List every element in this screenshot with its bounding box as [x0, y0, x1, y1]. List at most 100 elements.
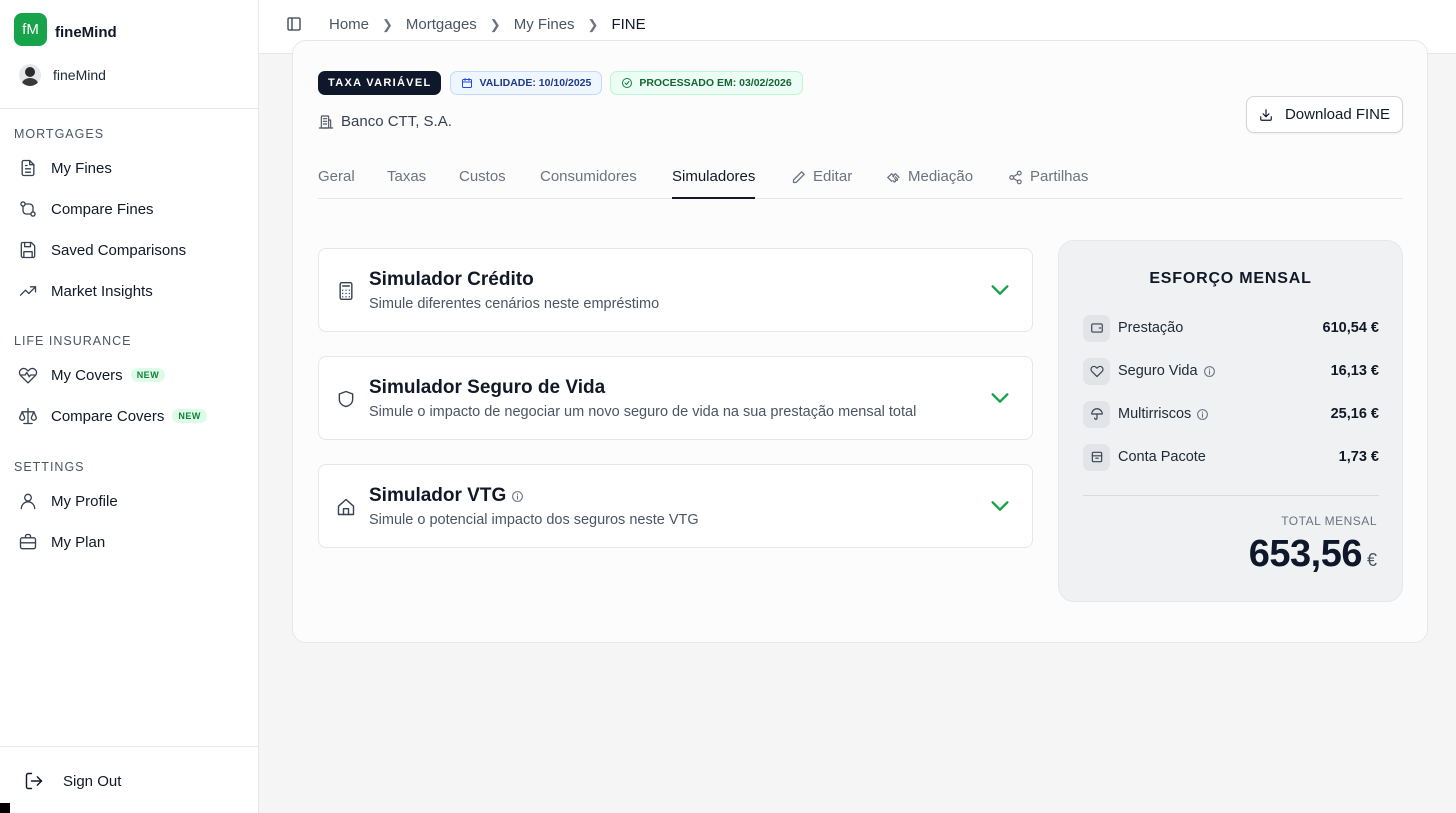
breadcrumb-current: FINE: [611, 16, 646, 33]
check-circle-icon: [622, 78, 633, 88]
info-icon[interactable]: [1196, 408, 1209, 421]
user-row[interactable]: fineMind: [19, 64, 106, 86]
window-corner: [0, 803, 10, 813]
tab-label: Geral: [318, 168, 355, 185]
breadcrumb-my-fines[interactable]: My Fines: [514, 16, 575, 33]
tab-label: Partilhas: [1030, 168, 1089, 185]
user-icon: [20, 493, 36, 510]
tab-taxas[interactable]: Taxas: [387, 166, 426, 199]
section-title-life-insurance: LIFE INSURANCE: [14, 334, 132, 348]
effort-value: 16,13 €: [1330, 363, 1379, 379]
logout-icon: [25, 772, 43, 790]
chevron-down-icon[interactable]: [989, 497, 1011, 515]
monthly-effort-panel: ESFORÇO MENSAL Prestação 610,54 € Seguro…: [1058, 240, 1403, 602]
breadcrumb-mortgages[interactable]: Mortgages: [406, 16, 477, 33]
section-title-mortgages: MORTGAGES: [14, 127, 105, 141]
wallet-icon: [1083, 314, 1110, 342]
simulator-title: Simulador Crédito: [369, 269, 534, 291]
sidebar-item-label: Saved Comparisons: [51, 241, 187, 259]
tab-label: Custos: [459, 168, 506, 185]
effort-label-text: Prestação: [1118, 320, 1184, 336]
chevron-down-icon[interactable]: [989, 281, 1011, 299]
calendar-icon: [462, 78, 473, 88]
tab-mediacao[interactable]: Mediação: [886, 166, 973, 199]
processed-text: PROCESSADO EM: 03/02/2026: [639, 77, 792, 89]
simulator-desc: Simule o impacto de negociar um novo seg…: [369, 404, 917, 420]
effort-value: 610,54 €: [1322, 320, 1379, 336]
tab-custos[interactable]: Custos: [459, 166, 506, 199]
panel-divider: [1083, 495, 1379, 496]
effort-row-conta-pacote: Conta Pacote 1,73 €: [1083, 443, 1379, 471]
sidebar-item-my-covers[interactable]: My Covers NEW: [18, 363, 166, 387]
tabs: Geral Taxas Custos Consumidores Simulado…: [318, 166, 1403, 199]
save-icon: [20, 241, 36, 259]
info-icon[interactable]: [511, 490, 524, 503]
rate-type-badge: TAXA VARIÁVEL: [318, 71, 442, 95]
sidebar-item-label: My Plan: [51, 533, 106, 551]
sidebar-item-label: My Profile: [51, 492, 118, 510]
simulator-title: Simulador Seguro de Vida: [369, 377, 605, 399]
sidebar-item-my-fines[interactable]: My Fines: [18, 156, 112, 180]
simulator-seguro-vida[interactable]: Simulador Seguro de Vida Simule o impact…: [318, 356, 1033, 440]
user-name: fineMind: [53, 67, 106, 83]
tab-label: Editar: [813, 168, 853, 185]
new-badge: NEW: [130, 368, 166, 382]
sidebar-divider: [0, 108, 258, 109]
chevron-right-icon: ❯: [489, 16, 501, 32]
tab-geral[interactable]: Geral: [318, 166, 355, 199]
chevron-right-icon: ❯: [382, 16, 393, 32]
sidebar-item-my-profile[interactable]: My Profile: [18, 489, 118, 513]
simulator-desc: Simule diferentes cenários neste emprést…: [369, 296, 660, 312]
simulator-title-text: Simulador Crédito: [369, 269, 534, 290]
tab-partilhas[interactable]: Partilhas: [1008, 166, 1088, 199]
total-value: 653,56 €: [1249, 533, 1377, 576]
sidebar-item-saved-comparisons[interactable]: Saved Comparisons: [18, 238, 186, 262]
sidebar-item-label: Compare Covers: [51, 407, 165, 425]
brand-name: fineMind: [55, 24, 117, 41]
handshake-icon: [887, 173, 900, 183]
sidebar-item-market-insights[interactable]: Market Insights: [18, 279, 153, 303]
tab-editar[interactable]: Editar: [791, 166, 852, 199]
status-badges: TAXA VARIÁVEL VALIDADE: 10/10/2025 PROCE…: [318, 71, 803, 95]
tab-consumidores[interactable]: Consumidores: [540, 166, 637, 199]
effort-row-seguro-vida: Seguro Vida 16,13 €: [1083, 357, 1379, 385]
chevron-down-icon[interactable]: [989, 389, 1011, 407]
sidebar-item-label: Market Insights: [51, 282, 153, 300]
signout-button[interactable]: Sign Out: [24, 771, 121, 791]
document-icon: [21, 159, 35, 177]
simulator-title-text: Simulador VTG: [369, 485, 507, 506]
tab-label: Taxas: [387, 168, 427, 185]
tab-simuladores[interactable]: Simuladores: [672, 166, 756, 199]
pencil-icon: [792, 171, 805, 184]
sidebar-item-compare-covers[interactable]: Compare Covers NEW: [18, 404, 207, 428]
download-fine-button[interactable]: Download FINE: [1246, 96, 1403, 133]
chevron-right-icon: ❯: [587, 16, 599, 32]
avatar: [19, 64, 41, 86]
home-icon: [337, 498, 355, 516]
sidebar-item-my-plan[interactable]: My Plan: [18, 530, 105, 554]
new-badge: NEW: [172, 409, 207, 423]
simulator-vtg[interactable]: Simulador VTG Simule o potencial impacto…: [318, 464, 1033, 548]
tab-label: Consumidores: [540, 168, 637, 185]
heart-pulse-icon: [18, 367, 38, 384]
effort-value: 25,16 €: [1330, 406, 1379, 422]
effort-row-multirriscos: Multirriscos 25,16 €: [1083, 400, 1379, 428]
archive-icon: [1083, 443, 1110, 471]
calculator-icon: [339, 281, 353, 301]
bank-name: Banco CTT, S.A.: [318, 113, 452, 130]
sidebar-toggle-icon[interactable]: [286, 16, 302, 32]
brand[interactable]: fM fineMind: [14, 13, 117, 46]
effort-row-prestacao: Prestação 610,54 €: [1083, 314, 1379, 342]
info-icon[interactable]: [1203, 365, 1216, 378]
simulator-credito[interactable]: Simulador Crédito Simule diferentes cená…: [318, 248, 1033, 332]
download-icon: [1260, 108, 1272, 121]
share-icon: [1009, 170, 1022, 185]
validity-text: VALIDADE: 10/10/2025: [479, 77, 592, 89]
sidebar-item-label: My Covers: [51, 366, 123, 384]
effort-label: Seguro Vida: [1118, 363, 1216, 379]
breadcrumb-home[interactable]: Home: [329, 16, 369, 33]
signout-label: Sign Out: [63, 772, 122, 790]
tab-label: Simuladores: [672, 168, 756, 185]
sidebar-item-compare-fines[interactable]: Compare Fines: [18, 197, 154, 221]
bank-label: Banco CTT, S.A.: [341, 113, 452, 130]
